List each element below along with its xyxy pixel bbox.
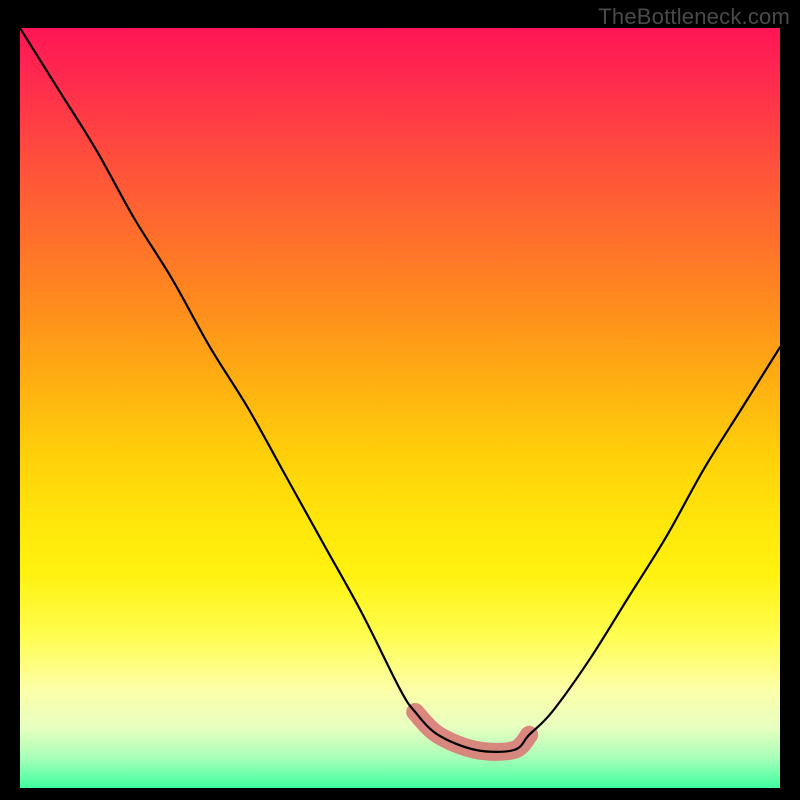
- plot-area: [20, 28, 780, 788]
- watermark-text: TheBottleneck.com: [598, 4, 790, 30]
- chart-svg: [20, 28, 780, 788]
- curve-line: [20, 28, 780, 752]
